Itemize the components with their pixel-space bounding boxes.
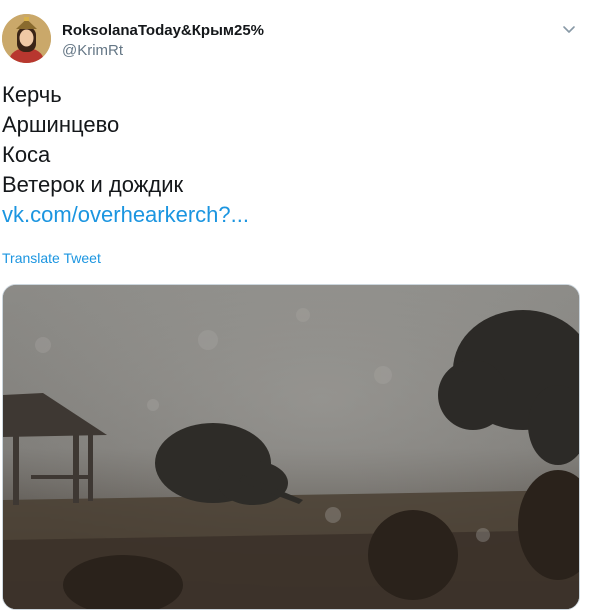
author-display-name[interactable]: RoksolanaToday&Крым25% bbox=[62, 22, 264, 40]
tweet-text: Керчь Аршинцево Коса Ветерок и дождик vk… bbox=[2, 80, 249, 230]
tweet-line: Ветерок и дождик bbox=[2, 172, 184, 197]
author-block: RoksolanaToday&Крым25% @KrimRt bbox=[62, 22, 264, 60]
avatar[interactable] bbox=[2, 14, 51, 63]
translate-tweet-link[interactable]: Translate Tweet bbox=[2, 250, 101, 266]
tweet-line: Аршинцево bbox=[2, 112, 120, 137]
tweet-media-video[interactable] bbox=[2, 284, 580, 610]
tweet-line: Керчь bbox=[2, 82, 62, 107]
tweet-line: Коса bbox=[2, 142, 51, 167]
chevron-down-icon[interactable] bbox=[560, 20, 578, 38]
tweet-link[interactable]: vk.com/overhearkerch?... bbox=[2, 202, 249, 227]
avatar-portrait-image bbox=[2, 14, 51, 63]
storm-scene-image bbox=[3, 285, 579, 609]
author-handle[interactable]: @KrimRt bbox=[62, 41, 264, 60]
